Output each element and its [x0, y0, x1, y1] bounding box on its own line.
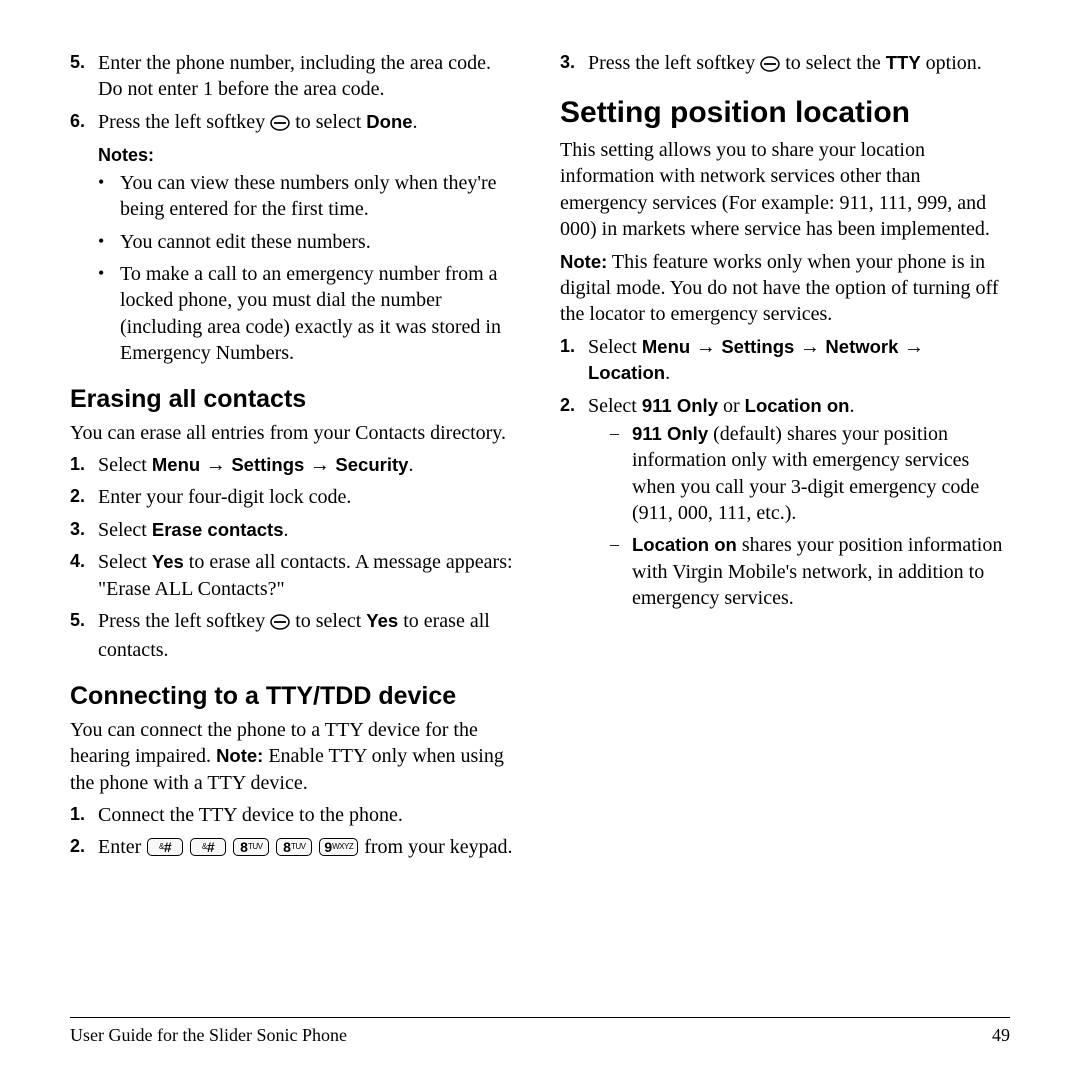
continued-list: 5. Enter the phone number, including the… [70, 50, 520, 138]
list-item: 5. Press the left softkey to select Yes … [70, 608, 520, 664]
location-sublist: –911 Only (default) shares your position… [610, 421, 1010, 612]
two-column-layout: 5. Enter the phone number, including the… [70, 48, 1010, 867]
list-number: 6. [70, 109, 98, 138]
softkey-icon [760, 53, 780, 79]
notes-list: •You can view these numbers only when th… [98, 170, 520, 367]
list-item: 1. Select Menu → Settings → Network → Lo… [560, 334, 1010, 387]
footer-title: User Guide for the Slider Sonic Phone [70, 1024, 347, 1048]
list-item: 1. Select Menu → Settings → Security. [70, 452, 520, 478]
paragraph: Note: This feature works only when your … [560, 249, 1010, 328]
list-item: 3. Press the left softkey to select the … [560, 50, 1010, 79]
list-item: –Location on shares your position inform… [610, 532, 1010, 611]
tty-steps-continued: 3. Press the left softkey to select the … [560, 50, 1010, 79]
list-item: 4. Select Yes to erase all contacts. A m… [70, 549, 520, 602]
list-item: 2. Select 911 Only or Location on. –911 … [560, 393, 1010, 618]
list-text: Enter the phone number, including the ar… [98, 50, 520, 103]
list-item: 6. Press the left softkey to select Done… [70, 109, 520, 138]
left-column: 5. Enter the phone number, including the… [70, 48, 520, 867]
location-steps: 1. Select Menu → Settings → Network → Lo… [560, 334, 1010, 618]
right-column: 3. Press the left softkey to select the … [560, 48, 1010, 867]
keypad-key-icon: 8TUV [233, 838, 269, 856]
manual-page: 5. Enter the phone number, including the… [0, 0, 1080, 1080]
list-text: Press the left softkey to select Done. [98, 109, 520, 138]
softkey-icon [270, 611, 290, 637]
keypad-key-icon: 9WXYZ [319, 838, 358, 856]
list-item: •To make a call to an emergency number f… [98, 261, 520, 367]
list-item: 3. Select Erase contacts. [70, 517, 520, 543]
keypad-key-icon: 8TUV [276, 838, 312, 856]
paragraph: You can connect the phone to a TTY devic… [70, 717, 520, 796]
list-item: •You can view these numbers only when th… [98, 170, 520, 223]
list-number: 5. [70, 50, 98, 103]
page-number: 49 [992, 1024, 1010, 1048]
page-footer: User Guide for the Slider Sonic Phone 49 [70, 1017, 1010, 1048]
notes-label: Notes: [98, 144, 520, 168]
list-item: 2.Enter your four-digit lock code. [70, 484, 520, 510]
paragraph: This setting allows you to share your lo… [560, 137, 1010, 243]
keypad-key-icon: &# [190, 838, 226, 856]
section-heading-location: Setting position location [560, 93, 1010, 133]
list-item: –911 Only (default) shares your position… [610, 421, 1010, 527]
tty-steps: 1.Connect the TTY device to the phone. 2… [70, 802, 520, 861]
list-item: 1.Connect the TTY device to the phone. [70, 802, 520, 828]
section-heading-erase: Erasing all contacts [70, 383, 520, 416]
section-heading-tty: Connecting to a TTY/TDD device [70, 680, 520, 713]
list-item: 2. Enter &# &# 8TUV 8TUV 9WXYZ from your… [70, 834, 520, 860]
keypad-key-icon: &# [147, 838, 183, 856]
erase-steps: 1. Select Menu → Settings → Security. 2.… [70, 452, 520, 664]
list-item: 5. Enter the phone number, including the… [70, 50, 520, 103]
softkey-icon [270, 112, 290, 138]
list-item: •You cannot edit these numbers. [98, 229, 520, 255]
paragraph: You can erase all entries from your Cont… [70, 420, 520, 446]
